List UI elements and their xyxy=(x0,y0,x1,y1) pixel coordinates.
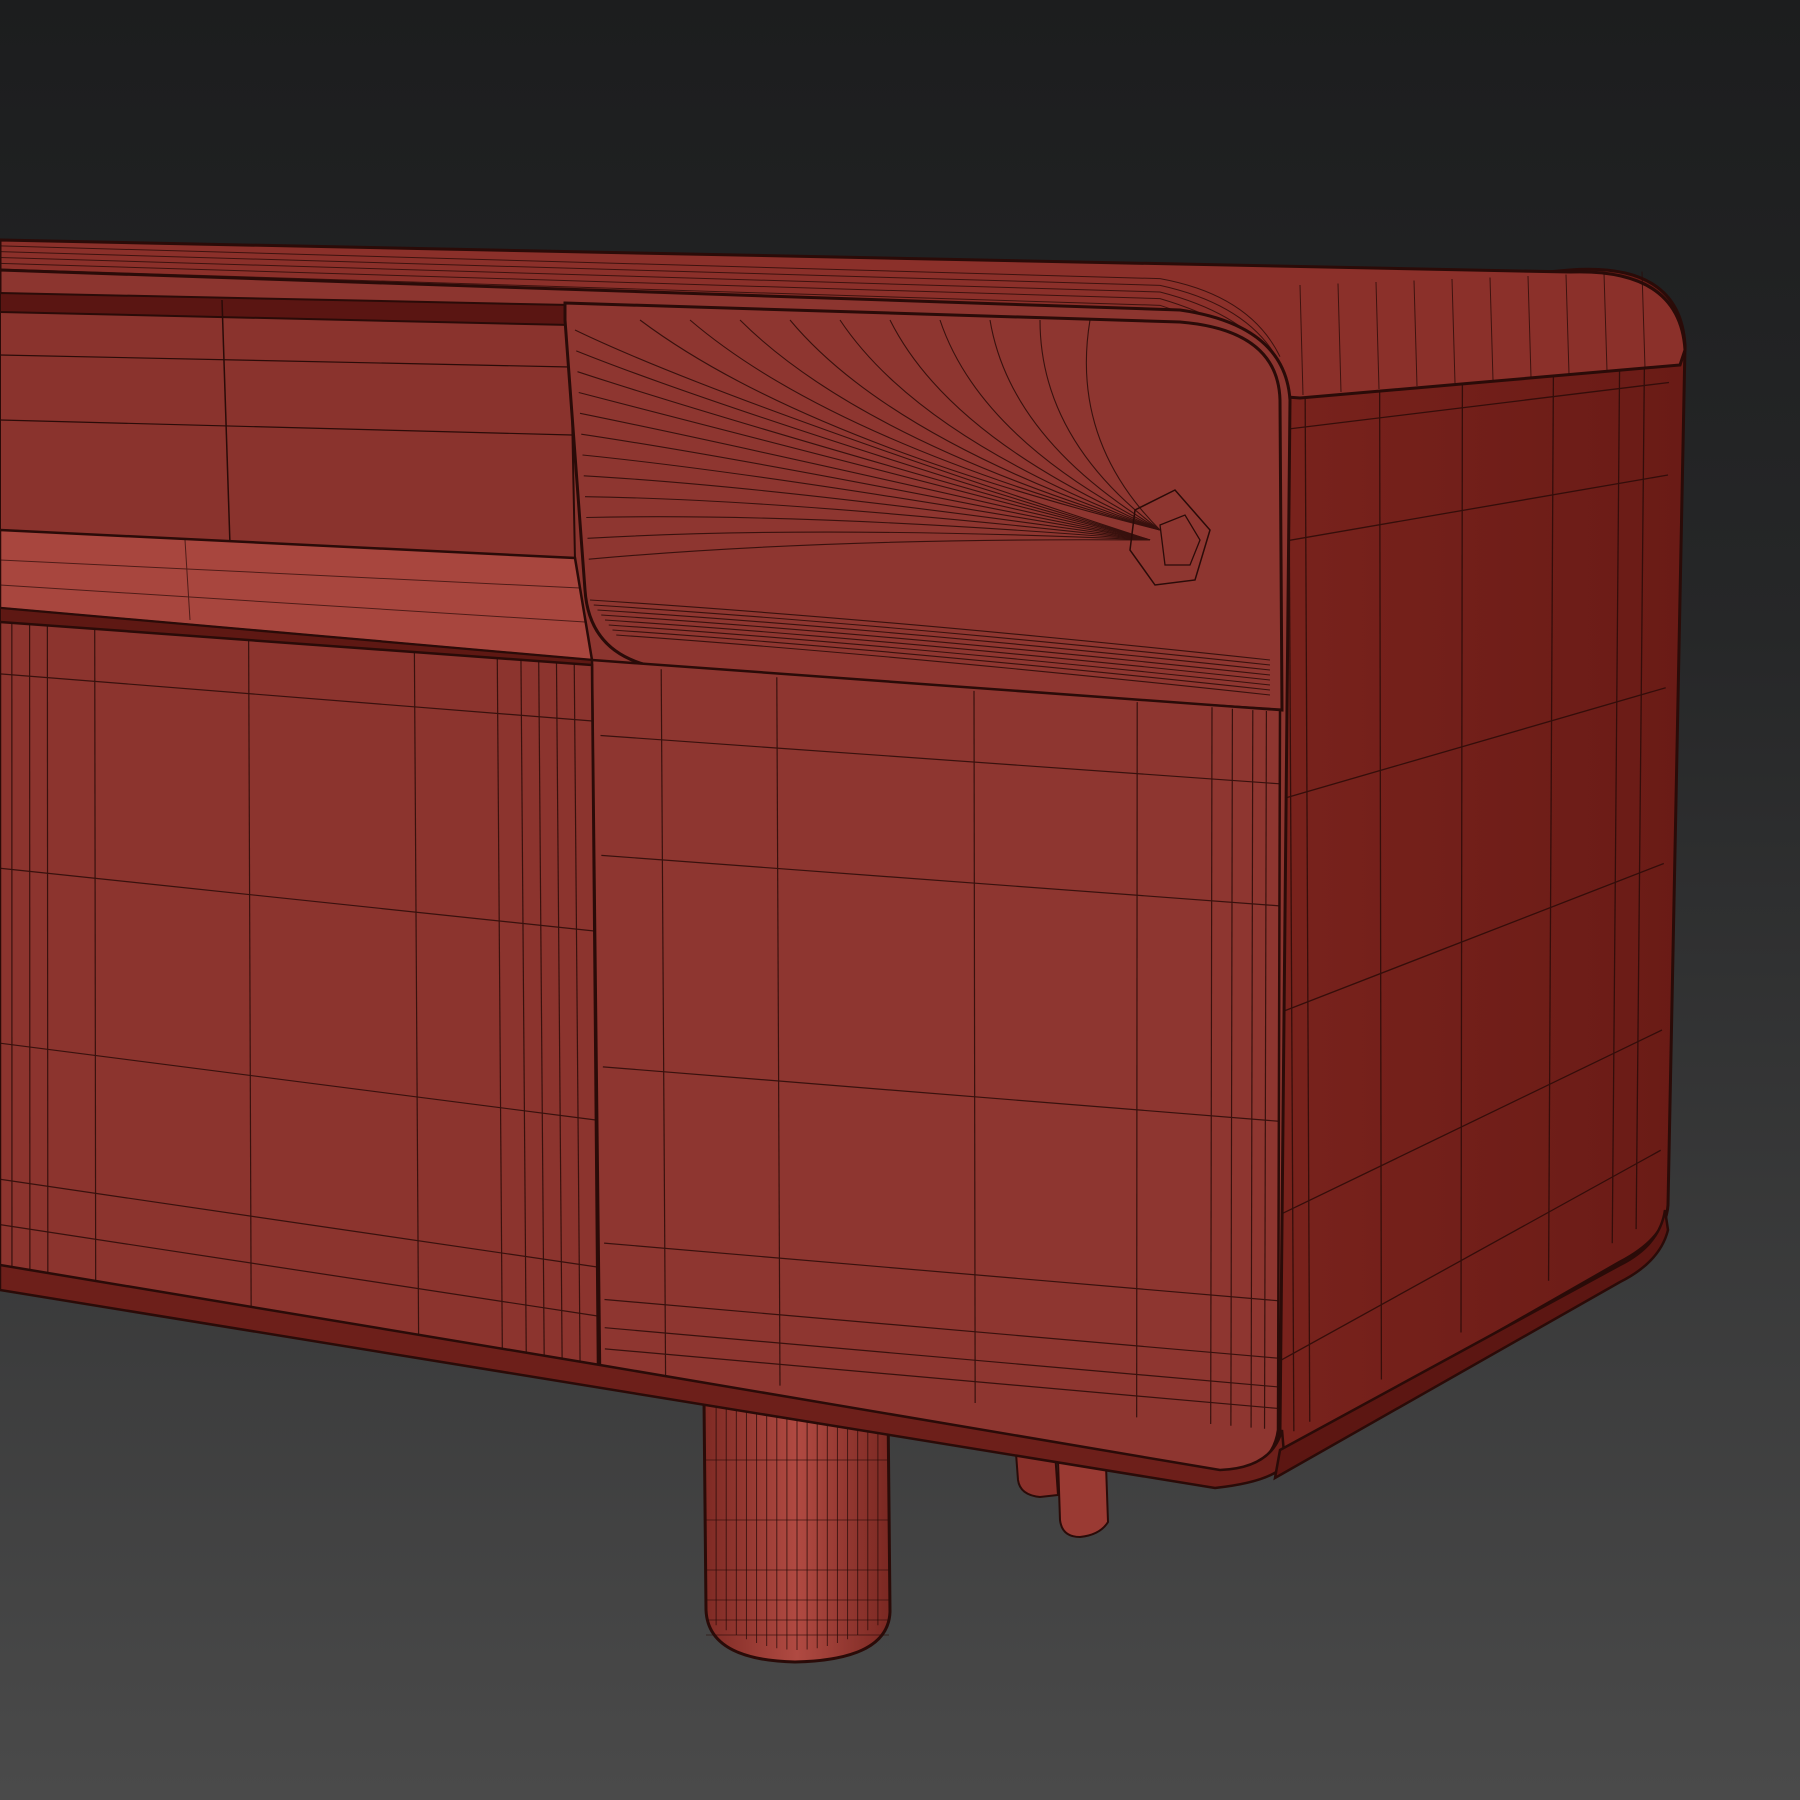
right-door xyxy=(590,658,1282,1477)
left-door xyxy=(0,620,600,1367)
corner-block xyxy=(563,301,1284,712)
wireframe-edge xyxy=(1136,702,1138,1418)
front-leg xyxy=(702,1398,892,1664)
upper-compartment xyxy=(0,291,577,562)
sideboard-model xyxy=(0,0,1800,1800)
3d-viewport[interactable] xyxy=(0,0,1800,1800)
